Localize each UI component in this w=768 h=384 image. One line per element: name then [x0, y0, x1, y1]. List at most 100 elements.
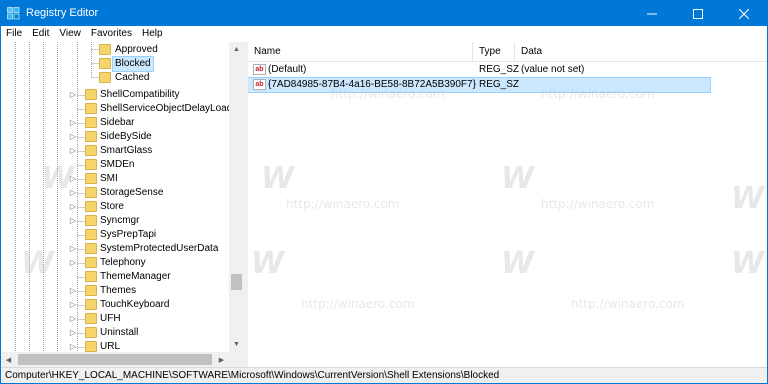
folder-icon — [85, 89, 97, 100]
scroll-up-icon[interactable]: ▲ — [229, 42, 244, 57]
registry-editor-window: Registry Editor File Edit View Favorites… — [0, 0, 768, 384]
value-row-default[interactable]: ab (Default) REG_SZ (value not set) — [248, 63, 710, 77]
menu-view[interactable]: View — [54, 26, 86, 42]
status-bar-path: Computer\HKEY_LOCAL_MACHINE\SOFTWARE\Mic… — [1, 367, 767, 383]
chevron-right-icon[interactable]: ▷ — [69, 146, 77, 155]
tree-item-smden[interactable]: SMDEn — [1, 158, 229, 172]
value-type: REG_SZ — [479, 79, 520, 90]
tree-item-touchkeyboard[interactable]: ▷ TouchKeyboard — [1, 298, 229, 312]
menu-favorites[interactable]: Favorites — [86, 26, 137, 42]
tree-item-label: ThemeManager — [100, 271, 171, 282]
close-button[interactable] — [721, 1, 767, 26]
tree-item-label: Cached — [115, 72, 150, 83]
tree-item-themes[interactable]: ▷ Themes — [1, 284, 229, 298]
folder-icon — [99, 72, 111, 83]
tree-item-label: StorageSense — [100, 187, 164, 198]
tree-item-label: Uninstall — [100, 327, 139, 338]
folder-icon — [85, 257, 97, 268]
folder-icon — [85, 159, 97, 170]
chevron-right-icon[interactable]: ▷ — [69, 202, 77, 211]
chevron-right-icon[interactable]: ▷ — [69, 328, 77, 337]
value-type: REG_SZ — [479, 64, 520, 75]
folder-icon — [85, 173, 97, 184]
chevron-right-icon[interactable]: ▷ — [69, 244, 77, 253]
column-header-data[interactable]: Data — [515, 42, 767, 61]
tree-item-sidebar[interactable]: ▷ Sidebar — [1, 116, 229, 130]
tree-item-systemprotecteduserdata[interactable]: ▷ SystemProtectedUserData — [1, 242, 229, 256]
tree-item-smartglass[interactable]: ▷ SmartGlass — [1, 144, 229, 158]
scroll-right-icon[interactable]: ▶ — [214, 352, 229, 367]
chevron-right-icon[interactable]: ▷ — [69, 188, 77, 197]
folder-icon — [99, 44, 111, 55]
tree-horizontal-scroll-thumb[interactable] — [18, 354, 212, 365]
value-row-guid[interactable]: ab {7AD84985-87B4-4a16-BE58-8B72A5B390F7… — [248, 77, 711, 93]
menu-edit[interactable]: Edit — [27, 26, 54, 42]
tree-item-label: ShellCompatibility — [100, 89, 180, 100]
chevron-right-icon[interactable]: ▷ — [69, 132, 77, 141]
tree-item-smi[interactable]: ▷ SMI — [1, 172, 229, 186]
values-list[interactable]: Name Type Data ab (Default) REG_SZ (valu… — [248, 42, 767, 367]
tree-item-label: Store — [100, 201, 124, 212]
tree-item-shellserviceobjectdelayload[interactable]: ShellServiceObjectDelayLoad — [1, 102, 232, 116]
chevron-right-icon[interactable]: ▷ — [69, 174, 77, 183]
tree-item-label: SysPrepTapi — [100, 229, 157, 240]
tree-vertical-scrollbar[interactable]: ▲ ▼ — [229, 42, 244, 352]
header-divider — [248, 61, 767, 62]
tree-item-approved[interactable]: Approved — [1, 43, 229, 57]
tree-item-syncmgr[interactable]: ▷ Syncmgr — [1, 214, 229, 228]
tree-vertical-scroll-thumb[interactable] — [231, 274, 242, 290]
column-header-name[interactable]: Name — [248, 42, 473, 61]
chevron-right-icon[interactable]: ▷ — [69, 258, 77, 267]
tree-item-storagesense[interactable]: ▷ StorageSense — [1, 186, 229, 200]
tree-item-label: Syncmgr — [100, 215, 140, 226]
scroll-left-icon[interactable]: ◀ — [1, 352, 16, 367]
tree-item-label: Themes — [100, 285, 137, 296]
chevron-right-icon[interactable]: ▷ — [69, 342, 77, 351]
folder-icon — [85, 215, 97, 226]
menu-file[interactable]: File — [1, 26, 27, 42]
tree-item-syspreptapi[interactable]: SysPrepTapi — [1, 228, 229, 242]
string-value-icon: ab — [253, 79, 266, 90]
folder-icon — [85, 103, 97, 114]
tree-item-cached[interactable]: Cached — [1, 71, 229, 85]
tree-item-label: TouchKeyboard — [100, 299, 170, 310]
tree-item-label: ShellServiceObjectDelayLoad — [100, 103, 233, 114]
tree-horizontal-scrollbar[interactable]: ◀ ▶ — [1, 352, 229, 367]
menu-bar: File Edit View Favorites Help — [1, 26, 767, 42]
folder-icon — [85, 271, 97, 282]
tree-item-label: SMI — [100, 173, 118, 184]
tree-item-shellcompatibility[interactable]: ▷ ShellCompatibility — [1, 88, 229, 102]
string-value-icon: ab — [253, 64, 266, 75]
registry-tree[interactable]: Approved Blocked Cached ▷ ShellCompatibi… — [1, 42, 244, 367]
tree-item-sidebyside[interactable]: ▷ SideBySide — [1, 130, 229, 144]
tree-item-telephony[interactable]: ▷ Telephony — [1, 256, 229, 270]
tree-item-blocked[interactable]: Blocked — [1, 56, 229, 72]
tree-item-store[interactable]: ▷ Store — [1, 200, 229, 214]
tree-item-thememanager[interactable]: ThemeManager — [1, 270, 229, 284]
column-header-type[interactable]: Type — [473, 42, 515, 61]
value-data: (value not set) — [521, 64, 585, 75]
window-title: Registry Editor — [26, 7, 99, 19]
tree-item-label: Sidebar — [100, 117, 135, 128]
chevron-right-icon[interactable]: ▷ — [69, 216, 77, 225]
chevron-right-icon[interactable]: ▷ — [69, 118, 77, 127]
menu-help[interactable]: Help — [137, 26, 168, 42]
folder-icon — [85, 327, 97, 338]
tree-item-label: SMDEn — [100, 159, 135, 170]
scroll-down-icon[interactable]: ▼ — [229, 337, 244, 352]
chevron-right-icon[interactable]: ▷ — [69, 300, 77, 309]
title-bar[interactable]: Registry Editor — [1, 1, 767, 26]
chevron-right-icon[interactable]: ▷ — [69, 90, 77, 99]
folder-icon — [85, 187, 97, 198]
tree-item-ufh[interactable]: ▷ UFH — [1, 312, 229, 326]
folder-icon — [85, 131, 97, 142]
maximize-button[interactable] — [675, 1, 721, 26]
minimize-button[interactable] — [629, 1, 675, 26]
chevron-right-icon[interactable]: ▷ — [69, 314, 77, 323]
minimize-icon — [647, 13, 657, 14]
tree-item-label: SideBySide — [100, 131, 152, 142]
tree-item-uninstall[interactable]: ▷ Uninstall — [1, 326, 229, 340]
tree-item-label: Approved — [115, 44, 158, 55]
folder-icon — [85, 145, 97, 156]
chevron-right-icon[interactable]: ▷ — [69, 286, 77, 295]
